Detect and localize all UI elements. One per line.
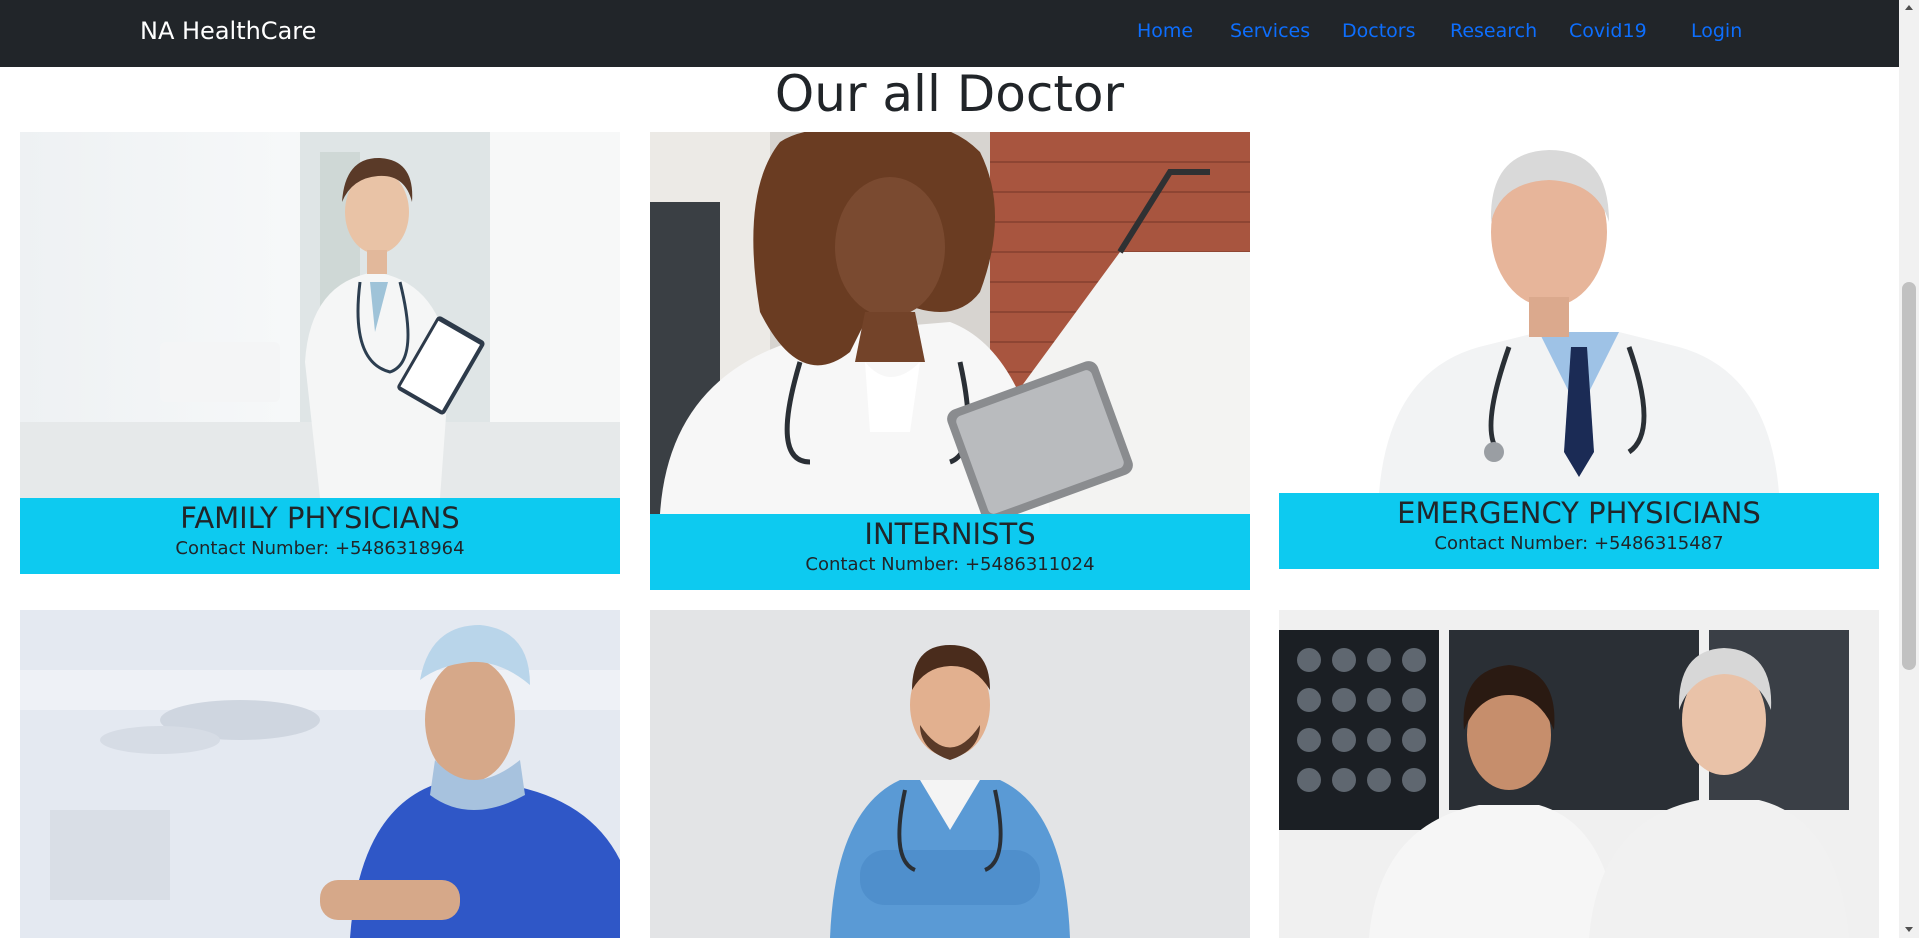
doctor-title: FAMILY PHYSICIANS [180, 501, 460, 535]
doctor-card [650, 610, 1250, 938]
doctor-caption: FAMILY PHYSICIANS Contact Number: +54863… [20, 498, 620, 574]
doctor-title: INTERNISTS [864, 517, 1036, 551]
doctor-photo-family-physician [20, 132, 620, 498]
scroll-up-arrow-icon[interactable] [1899, 0, 1919, 16]
nav-research-link[interactable]: Research [1450, 20, 1537, 42]
doctor-photo-nurse [650, 610, 1250, 938]
page-scrollbar[interactable] [1899, 0, 1919, 938]
navbar: NA HealthCare Home Services Doctors Rese… [0, 0, 1899, 67]
scroll-down-arrow-icon[interactable] [1899, 922, 1919, 938]
doctor-card [20, 610, 620, 938]
doctor-photo-emergency-physician [1279, 132, 1879, 493]
doctor-contact: Contact Number: +5486318964 [175, 538, 465, 559]
doctor-card [1279, 610, 1879, 938]
page-title: Our all Doctor [774, 65, 1125, 123]
doctor-contact: Contact Number: +5486311024 [805, 554, 1095, 575]
nav-covid19-link[interactable]: Covid19 [1569, 20, 1647, 42]
doctor-title: EMERGENCY PHYSICIANS [1397, 496, 1761, 530]
doctor-caption: INTERNISTS Contact Number: +5486311024 [650, 514, 1250, 590]
nav-login-link[interactable]: Login [1691, 20, 1742, 42]
doctor-photo-radiologists [1279, 610, 1879, 938]
doctor-contact: Contact Number: +5486315487 [1434, 533, 1724, 554]
nav-services-link[interactable]: Services [1230, 20, 1310, 42]
doctor-card: EMERGENCY PHYSICIANS Contact Number: +54… [1279, 132, 1879, 569]
doctor-card: INTERNISTS Contact Number: +5486311024 [650, 132, 1250, 590]
nav-doctors-link[interactable]: Doctors [1342, 20, 1416, 42]
doctor-caption: EMERGENCY PHYSICIANS Contact Number: +54… [1279, 493, 1879, 569]
nav-links: Home Services Doctors Research Covid19 L… [0, 20, 1899, 48]
doctor-photo-surgeon [20, 610, 620, 938]
doctor-card: FAMILY PHYSICIANS Contact Number: +54863… [20, 132, 620, 574]
scroll-thumb[interactable] [1902, 282, 1916, 670]
doctor-photo-internist [650, 132, 1250, 514]
nav-home-link[interactable]: Home [1137, 20, 1193, 42]
